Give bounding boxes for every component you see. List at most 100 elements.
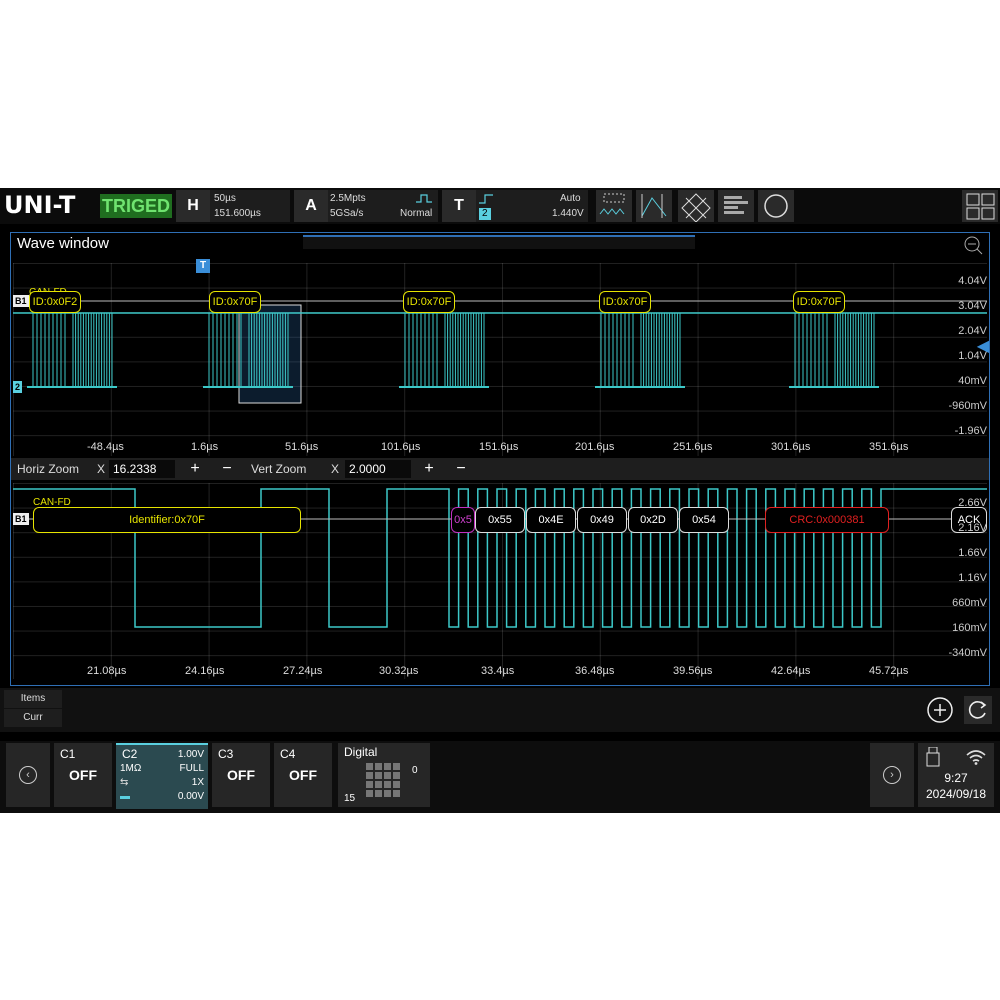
usb-icon bbox=[926, 747, 940, 767]
horiz-zoom-plus-button[interactable]: + bbox=[183, 460, 207, 478]
main-x-label-2: 51.6µs bbox=[285, 441, 319, 453]
digital-low: 0 bbox=[412, 765, 418, 776]
next-page-button[interactable]: › bbox=[870, 743, 914, 807]
zoom-y-label-0: 2.66V bbox=[958, 497, 987, 509]
trigger-letter: T bbox=[442, 190, 476, 222]
zoom-y-label-4: 660mV bbox=[952, 597, 987, 609]
oscilloscope-screen: UNI-T TRIGED H 50µs 151.600µs A 2.5Mpts … bbox=[0, 188, 1000, 813]
data-byte-3[interactable]: 0x2D bbox=[628, 507, 678, 533]
acquire-panel[interactable]: A 2.5Mpts 5GSa/s Normal bbox=[294, 190, 438, 222]
sample-rate: 5GSa/s bbox=[330, 208, 364, 219]
brand-logo: UNI-T bbox=[4, 191, 76, 219]
zoom-grid[interactable]: B1 CAN-FD Identifier:0x70F 0x5 0x55 0x4E… bbox=[13, 483, 987, 679]
main-x-label-1: 1.6µs bbox=[191, 441, 219, 453]
digital-grid-icon bbox=[366, 763, 400, 797]
chevron-right-icon: › bbox=[883, 766, 901, 784]
dlc-field[interactable]: 0x5 bbox=[451, 507, 475, 533]
frame-id-2[interactable]: ID:0x70F bbox=[403, 291, 455, 313]
main-x-label-8: 351.6µs bbox=[869, 441, 909, 453]
c2-bandwidth: FULL bbox=[179, 763, 204, 774]
identifier-field[interactable]: Identifier:0x70F bbox=[33, 507, 301, 533]
digital-channels[interactable]: Digital 0 15 bbox=[338, 743, 430, 807]
measure-icon[interactable] bbox=[596, 190, 632, 222]
zoom-region-bar[interactable] bbox=[303, 235, 695, 249]
zoom-x-label-2: 27.24µs bbox=[283, 665, 323, 677]
channel-c2[interactable]: C2 1.00V 1MΩ FULL ⇆ 1X ▬ 0.00V bbox=[116, 743, 208, 809]
items-button[interactable]: Items bbox=[4, 690, 62, 708]
histogram-icon[interactable] bbox=[718, 190, 754, 222]
main-x-label-0: -48.4µs bbox=[87, 441, 124, 453]
vert-zoom-minus-button[interactable]: − bbox=[449, 460, 473, 478]
frame-id-1[interactable]: ID:0x70F bbox=[209, 291, 261, 313]
zoom-bus-tag: B1 bbox=[13, 513, 29, 525]
vert-zoom-plus-button[interactable]: + bbox=[417, 460, 441, 478]
curr-button[interactable]: Curr bbox=[4, 709, 62, 727]
trigger-level: 1.440V bbox=[552, 208, 584, 219]
acquire-mode: Normal bbox=[400, 208, 433, 219]
main-y-label-4: 40mV bbox=[958, 375, 987, 387]
horiz-zoom-label: Horiz Zoom bbox=[17, 462, 80, 476]
crc-field[interactable]: CRC:0x000381 bbox=[765, 507, 889, 533]
c2-impedance: 1MΩ bbox=[120, 763, 142, 774]
zoom-y-label-3: 1.16V bbox=[958, 572, 987, 584]
horizontal-letter: H bbox=[176, 190, 210, 222]
zoom-x-label-6: 39.56µs bbox=[673, 665, 713, 677]
zoom-y-label-5: 160mV bbox=[952, 622, 987, 634]
zoom-x-label-1: 24.16µs bbox=[185, 665, 225, 677]
trigger-panel[interactable]: T 2 Auto 1.440V bbox=[442, 190, 588, 222]
trigger-level-arrow[interactable]: ◀ bbox=[977, 336, 989, 356]
horiz-zoom-input[interactable]: 16.2338 bbox=[109, 460, 175, 478]
c2-name: C2 bbox=[122, 747, 138, 761]
data-byte-4[interactable]: 0x54 bbox=[679, 507, 729, 533]
frame-id-4[interactable]: ID:0x70F bbox=[793, 291, 845, 313]
zoom-x-label-4: 33.4µs bbox=[481, 665, 515, 677]
main-y-label-0: 4.04V bbox=[958, 275, 987, 287]
trigger-status[interactable]: TRIGED bbox=[100, 194, 172, 218]
vert-zoom-input[interactable]: 2.0000 bbox=[345, 460, 411, 478]
edge-icon bbox=[479, 194, 493, 204]
data-byte-1[interactable]: 0x4E bbox=[526, 507, 576, 533]
clock-time: 9:27 bbox=[944, 771, 968, 785]
ch2-tag: 2 bbox=[13, 381, 23, 393]
channel-bar: ‹ C1 OFF C2 1.00V 1MΩ FULL ⇆ 1X ▬ 0.00V … bbox=[0, 741, 1000, 813]
data-byte-0[interactable]: 0x55 bbox=[475, 507, 525, 533]
pulse-icon bbox=[416, 194, 432, 203]
wave-window[interactable]: Wave window B1 2 CAN-FD ID:0x0F2 ID:0x70… bbox=[10, 232, 990, 686]
prev-page-button[interactable]: ‹ bbox=[6, 743, 50, 807]
c2-offset: 0.00V bbox=[177, 791, 204, 802]
channel-c4[interactable]: C4 OFF bbox=[274, 743, 332, 807]
timebase-value: 50µs bbox=[214, 193, 236, 204]
main-x-label-6: 251.6µs bbox=[673, 441, 713, 453]
c3-state: OFF bbox=[227, 767, 255, 783]
frame-id-3[interactable]: ID:0x70F bbox=[599, 291, 651, 313]
chevron-left-icon: ‹ bbox=[19, 766, 37, 784]
zoom-out-icon[interactable] bbox=[963, 235, 983, 255]
bus-tag: B1 bbox=[13, 295, 29, 307]
trigger-source: 2 bbox=[479, 208, 491, 220]
clock-date: 2024/09/18 bbox=[925, 787, 987, 801]
status-panel[interactable]: 9:27 2024/09/18 bbox=[918, 743, 994, 807]
refresh-icon[interactable] bbox=[964, 696, 992, 724]
main-grid[interactable]: B1 2 CAN-FD ID:0x0F2 ID:0x70F ID:0x70F I… bbox=[13, 263, 987, 456]
channel-c3[interactable]: C3 OFF bbox=[212, 743, 270, 807]
acquire-letter: A bbox=[294, 190, 328, 222]
data-byte-2[interactable]: 0x49 bbox=[577, 507, 627, 533]
zoom-x-label-0: 21.08µs bbox=[87, 665, 127, 677]
zoom-y-label-6: -340mV bbox=[948, 647, 987, 659]
trigger-position-marker[interactable]: T bbox=[196, 259, 210, 273]
cursor-icon[interactable] bbox=[636, 190, 672, 222]
frame-id-0[interactable]: ID:0x0F2 bbox=[29, 291, 81, 313]
search-icon[interactable] bbox=[758, 190, 794, 222]
horizontal-panel[interactable]: H 50µs 151.600µs bbox=[176, 190, 290, 222]
horiz-zoom-minus-button[interactable]: − bbox=[215, 460, 239, 478]
channel-c1[interactable]: C1 OFF bbox=[54, 743, 112, 807]
add-icon[interactable] bbox=[926, 696, 954, 724]
c2-scale: 1.00V bbox=[177, 749, 204, 760]
layout-icon[interactable] bbox=[962, 190, 998, 222]
main-x-label-3: 101.6µs bbox=[381, 441, 421, 453]
zoom-x-label-5: 36.48µs bbox=[575, 665, 615, 677]
math-icon[interactable] bbox=[678, 190, 714, 223]
items-bar: Items Curr bbox=[0, 688, 1000, 732]
zoom-x-label-7: 42.64µs bbox=[771, 665, 811, 677]
coupling-icon: ⇆ bbox=[120, 777, 129, 788]
